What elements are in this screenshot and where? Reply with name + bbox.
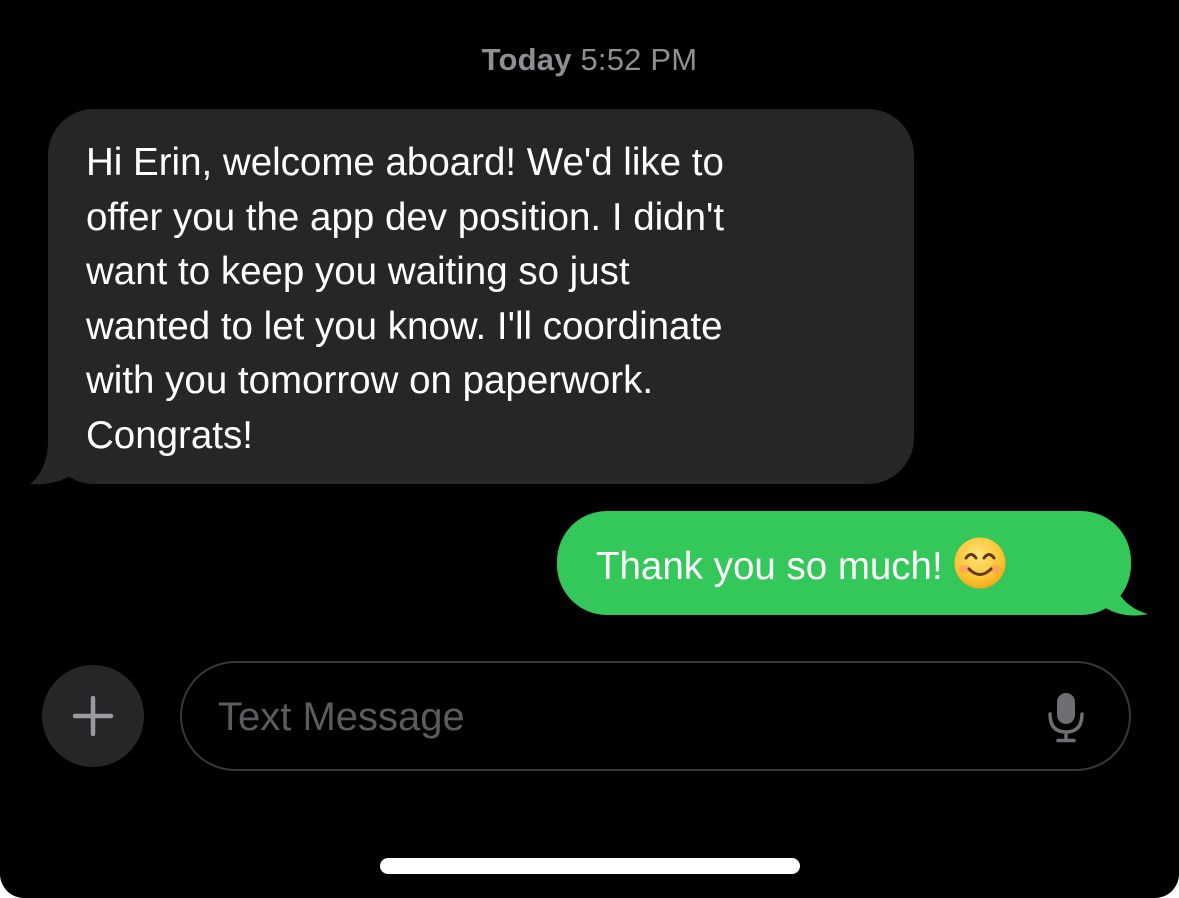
message-input-container[interactable] — [180, 661, 1131, 771]
message-line: want to keep you waiting so just — [86, 250, 630, 293]
message-line: Hi Erin, welcome aboard! We'd like to — [86, 141, 724, 184]
timestamp-day: Today — [481, 42, 572, 77]
outgoing-message-bubble[interactable]: Thank you so much! — [557, 511, 1131, 615]
home-indicator[interactable] — [380, 858, 800, 874]
message-line: Congrats! — [86, 413, 253, 457]
message-line: wanted to let you know. I'll coordinate — [86, 304, 723, 348]
message-line: with you tomorrow on paperwork. — [86, 359, 654, 402]
message-timestamp: Today 5:52 PM — [0, 42, 1179, 78]
messages-screen: Today 5:52 PM Hi Erin, welcome aboard! W… — [0, 0, 1179, 898]
outgoing-message-text: Thank you so much! — [596, 545, 943, 588]
message-input[interactable] — [218, 689, 998, 745]
add-attachment-button[interactable] — [42, 665, 144, 767]
smiling-face-icon — [954, 537, 1006, 589]
message-line: offer you the app dev position. I didn't — [86, 195, 725, 239]
plus-icon — [72, 695, 114, 737]
timestamp-time: 5:52 PM — [580, 42, 698, 77]
incoming-message-bubble[interactable]: Hi Erin, welcome aboard! We'd like to of… — [48, 109, 914, 484]
microphone-icon[interactable] — [1044, 691, 1088, 743]
